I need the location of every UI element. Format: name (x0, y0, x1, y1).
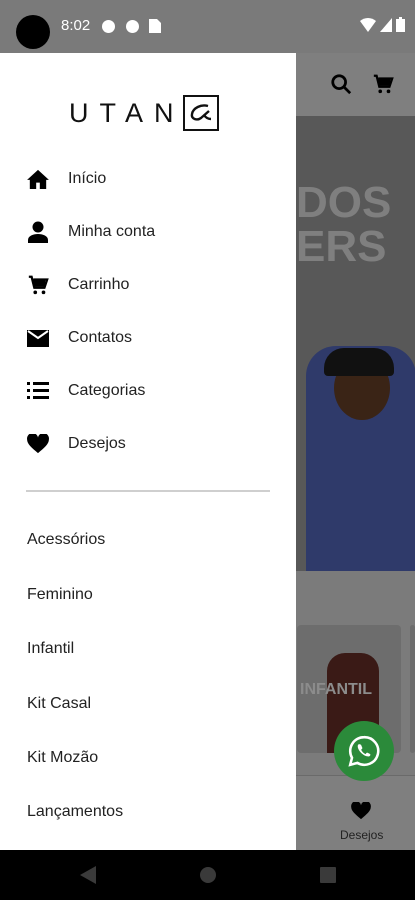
status-time: 8:02 (61, 17, 91, 34)
menu-item-categorias[interactable]: Categorias (0, 367, 296, 415)
wifi-icon (360, 17, 376, 32)
status-avatar (16, 15, 50, 49)
search-icon[interactable] (330, 73, 352, 95)
home-button[interactable] (197, 864, 219, 886)
category-item-label: Acessórios (27, 531, 106, 548)
menu-item-label: Início (68, 170, 107, 187)
person-icon (26, 220, 50, 244)
cart-icon (26, 273, 50, 297)
list-icon (26, 379, 50, 403)
menu-item-minha-conta[interactable]: Minha conta (0, 208, 296, 256)
hero-banner[interactable]: DOS ERS (296, 116, 415, 571)
category-item-label: Lançamentos (27, 803, 124, 820)
back-icon (80, 866, 96, 884)
navigation-drawer: UTAN Início Minha conta Carrinho Contato… (0, 53, 296, 850)
hero-text-line1: DOS (296, 178, 392, 227)
category-item-lancamentos[interactable]: Lançamentos (0, 788, 296, 836)
recents-button[interactable] (317, 864, 339, 886)
home-circle-icon (200, 867, 216, 883)
notification-icon (102, 20, 115, 33)
menu-item-label: Minha conta (68, 223, 156, 240)
app-header (296, 53, 415, 116)
heart-icon (26, 432, 50, 456)
sim-card-icon (149, 19, 161, 33)
status-bar: 8:02 (0, 0, 415, 53)
signal-icon (380, 17, 392, 32)
menu-item-desejos[interactable]: Desejos (0, 420, 296, 468)
menu-item-contatos[interactable]: Contatos (0, 314, 296, 362)
category-item-acessorios[interactable]: Acessórios (0, 516, 296, 564)
whatsapp-icon (348, 735, 380, 767)
notification-icon (126, 20, 139, 33)
category-item-infantil[interactable]: Infantil (0, 625, 296, 673)
back-button[interactable] (77, 864, 99, 886)
mail-icon (26, 326, 50, 350)
brand-logo[interactable]: UTAN (69, 95, 219, 131)
battery-icon (396, 17, 405, 32)
category-card-text: INFANTIL (300, 681, 372, 698)
recents-icon (320, 867, 336, 883)
category-item-label: Kit Casal (27, 695, 92, 712)
bottom-nav-wishlist-label[interactable]: Desejos (340, 828, 383, 842)
menu-item-label: Categorias (68, 382, 146, 399)
bottom-nav: Desejos (296, 775, 415, 850)
category-item-label: Infantil (27, 640, 75, 657)
hero-person-cap (324, 348, 394, 376)
category-item-label: Kit Mozão (27, 749, 99, 766)
hero-text-line2: ERS (296, 222, 387, 271)
home-icon (26, 167, 50, 191)
menu-item-label: Carrinho (68, 276, 130, 293)
category-item-feminino[interactable]: Feminino (0, 571, 296, 619)
logo-mark (182, 95, 219, 131)
category-item-kit-casal[interactable]: Kit Casal (0, 680, 296, 728)
category-item-kit-mozao[interactable]: Kit Mozão (0, 734, 296, 782)
menu-item-label: Desejos (68, 435, 126, 452)
logo-text: UTAN (69, 97, 185, 128)
cart-icon[interactable] (372, 73, 394, 95)
category-card[interactable] (410, 625, 415, 753)
system-nav-bar (0, 850, 415, 900)
whatsapp-button[interactable] (334, 721, 394, 781)
menu-item-carrinho[interactable]: Carrinho (0, 261, 296, 309)
heart-icon[interactable] (351, 802, 371, 820)
menu-item-inicio[interactable]: Início (0, 155, 296, 203)
menu-item-label: Contatos (68, 329, 133, 346)
category-item-label: Feminino (27, 586, 93, 603)
menu-divider (26, 490, 270, 492)
